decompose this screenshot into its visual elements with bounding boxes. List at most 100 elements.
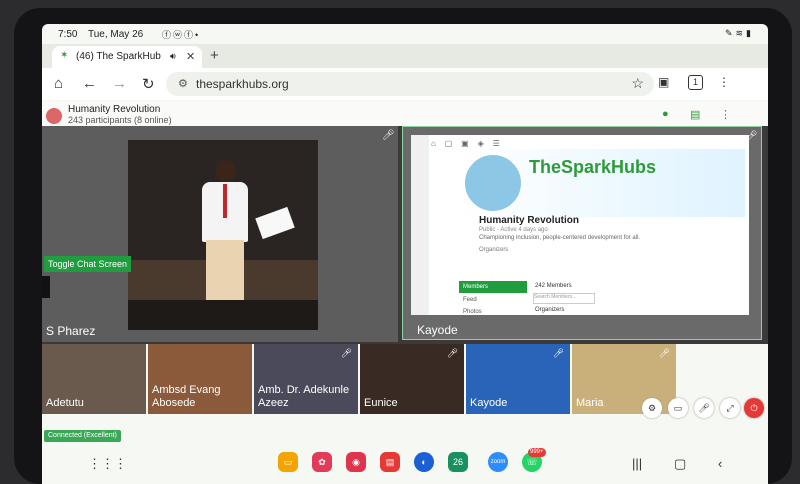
camera-app-icon[interactable]: ◉: [346, 452, 366, 472]
browser-toolbar: ⌂ ← → ↻ ⚙ thesparkhubs.org ☆ ▣ 1 ⋮: [42, 68, 768, 100]
members-tab[interactable]: Members: [459, 281, 527, 293]
mic-off-icon: 🎤︎: [382, 130, 395, 141]
menu-kebab-icon[interactable]: ⋮: [718, 75, 730, 89]
notes-app-icon[interactable]: ▤: [380, 452, 400, 472]
facebook-icon: ⓕ: [184, 30, 196, 40]
speaker-video: [128, 140, 318, 330]
screen-share-tile[interactable]: ⌂ ▢ ▣ ◈ ☰ TheSparkHubs Humanity Revoluti…: [402, 126, 762, 340]
photos-tab[interactable]: Photos: [463, 309, 482, 315]
participant-tile[interactable]: 🎤︎ Kayode: [466, 344, 570, 414]
participant-name: Amb. Dr. Adekunle Azeez: [258, 384, 350, 409]
participant-name: Maria: [576, 397, 604, 409]
participant-tile[interactable]: Ambsd Evang Abosede: [148, 344, 252, 414]
audience-heads: [128, 300, 318, 330]
wifi-icon: ≋: [735, 28, 747, 38]
connection-status: Connected (Excellent): [44, 430, 121, 442]
mic-off-icon: 🎤︎: [340, 348, 352, 358]
participant-name: Ambsd Evang Abosede: [152, 384, 221, 409]
side-expand-handle[interactable]: [42, 276, 50, 298]
mic-off-icon: 🎤︎: [446, 348, 458, 358]
dot-icon: •: [195, 30, 201, 40]
speaker-icon[interactable]: 🔊︎: [170, 51, 176, 62]
brand-logo-text: TheSparkHubs: [529, 157, 657, 177]
main-speaker-tile[interactable]: Toggle Chat Screen 🎤︎ S Pharez: [42, 126, 398, 342]
fullscreen-icon[interactable]: ⤢: [720, 398, 740, 418]
room-header: Humanity Revolution 243 participants (8 …: [42, 102, 768, 128]
folder-app-icon[interactable]: ▭: [278, 452, 298, 472]
site-settings-icon[interactable]: ⚙: [178, 77, 188, 90]
browser-app-icon[interactable]: ◐: [414, 452, 434, 472]
group-meta: Public · Active 4 days ago: [479, 227, 548, 233]
feed-tab[interactable]: Feed: [463, 297, 477, 303]
notification-badge: 999+: [528, 448, 546, 457]
whatsapp-icon: ⓦ: [173, 30, 185, 40]
camera-off-icon[interactable]: ▭: [668, 398, 688, 418]
status-time: 7:50: [58, 29, 78, 40]
back-icon[interactable]: ←: [82, 75, 97, 92]
screen-share-owner: Kayode: [417, 323, 458, 337]
gallery-app-icon[interactable]: ✿: [312, 452, 332, 472]
room-avatar: [46, 108, 62, 124]
browser-tab-strip: ✶ (46) The SparkHub 🔊︎ ✕ +: [42, 44, 768, 68]
forward-icon[interactable]: →: [112, 75, 127, 92]
translate-icon[interactable]: ▣: [658, 75, 669, 89]
status-bar: 7:50 Tue, May 26 ⓕⓦⓕ• ✎≋▮: [42, 24, 768, 44]
bookmark-star-icon[interactable]: ☆: [631, 75, 644, 92]
chat-icon[interactable]: ▤: [690, 108, 700, 121]
app-drawer-icon[interactable]: ⋮⋮⋮: [88, 456, 127, 472]
leave-call-icon[interactable]: ⏻: [744, 398, 764, 418]
participant-tile[interactable]: 🎤︎ Eunice: [360, 344, 464, 414]
participant-tile[interactable]: Adetutu: [42, 344, 146, 414]
video-stage: Toggle Chat Screen 🎤︎ S Pharez ⌂ ▢ ▣ ◈ ☰…: [42, 126, 768, 344]
speaker-head: [216, 160, 236, 182]
brand-avatar: [463, 153, 523, 213]
participant-name: Eunice: [364, 397, 398, 409]
tablet-screen: 7:50 Tue, May 26 ⓕⓦⓕ• ✎≋▮ ✶ (46) The Spa…: [42, 24, 768, 484]
pen-icon: ✎: [724, 28, 736, 38]
calendar-app-icon[interactable]: 26: [448, 452, 468, 472]
recents-icon[interactable]: |||: [632, 456, 642, 471]
zoom-app-icon[interactable]: zoom: [488, 452, 508, 472]
group-name: Humanity Revolution: [479, 215, 580, 226]
facebook-icon: ⓕ: [162, 30, 174, 40]
more-options-icon[interactable]: ⋮: [720, 108, 731, 121]
mic-off-icon: 🎤︎: [658, 348, 670, 358]
participant-count: 243 participants (8 online): [68, 115, 172, 125]
url-text[interactable]: thesparkhubs.org: [196, 77, 289, 91]
tab-switcher-button[interactable]: 1: [688, 75, 703, 90]
system-dock: ⋮⋮⋮ ▭ ✿ ◉ ▤ ◐ 26 zoom ☏ 999+ ||| ▢ ‹: [42, 444, 768, 484]
share-mic-off-icon: 🎤︎: [745, 131, 758, 142]
main-speaker-name: S Pharez: [46, 324, 96, 338]
shared-page: ⌂ ▢ ▣ ◈ ☰ TheSparkHubs Humanity Revoluti…: [411, 135, 749, 315]
organizers-label: Organizers: [479, 247, 509, 253]
browser-tab[interactable]: ✶ (46) The SparkHub 🔊︎ ✕: [52, 46, 202, 68]
organizers-heading: Organizers: [535, 307, 565, 313]
status-date: Tue, May 26: [88, 29, 144, 40]
notification-icons: ⓕⓦⓕ•: [162, 28, 200, 41]
participant-name: Kayode: [470, 397, 508, 409]
reload-icon[interactable]: ↻: [142, 75, 155, 93]
participant-tile[interactable]: 🎤︎ Amb. Dr. Adekunle Azeez: [254, 344, 358, 414]
shared-sidebar: [411, 135, 429, 315]
system-icons: ✎≋▮: [725, 28, 754, 39]
sparkhub-favicon-icon: ✶: [60, 50, 69, 61]
back-nav-icon[interactable]: ‹: [718, 456, 722, 471]
room-name: Humanity Revolution: [68, 104, 161, 115]
mic-off-icon: 🎤︎: [552, 348, 564, 358]
whatsapp-share-icon[interactable]: ●: [662, 108, 669, 120]
close-tab-icon[interactable]: ✕: [186, 50, 195, 63]
battery-icon: ▮: [746, 28, 754, 38]
home-nav-icon[interactable]: ▢: [674, 456, 686, 472]
home-icon[interactable]: ⌂: [54, 75, 63, 92]
member-count: 242 Members: [535, 283, 572, 289]
member-search-input[interactable]: Search Members...: [533, 293, 595, 304]
settings-icon[interactable]: ⚙: [642, 398, 662, 418]
speaker-tie: [223, 184, 227, 218]
participant-name: Adetutu: [46, 397, 84, 409]
mic-off-icon[interactable]: 🎤︎: [694, 398, 714, 418]
address-bar[interactable]: ⚙ thesparkhubs.org ☆: [166, 72, 654, 96]
group-description: Championing inclusion, people-centered d…: [479, 235, 641, 241]
new-tab-button[interactable]: +: [210, 47, 219, 64]
toggle-chat-button[interactable]: Toggle Chat Screen: [44, 256, 132, 272]
tab-title: (46) The SparkHub: [76, 51, 161, 62]
